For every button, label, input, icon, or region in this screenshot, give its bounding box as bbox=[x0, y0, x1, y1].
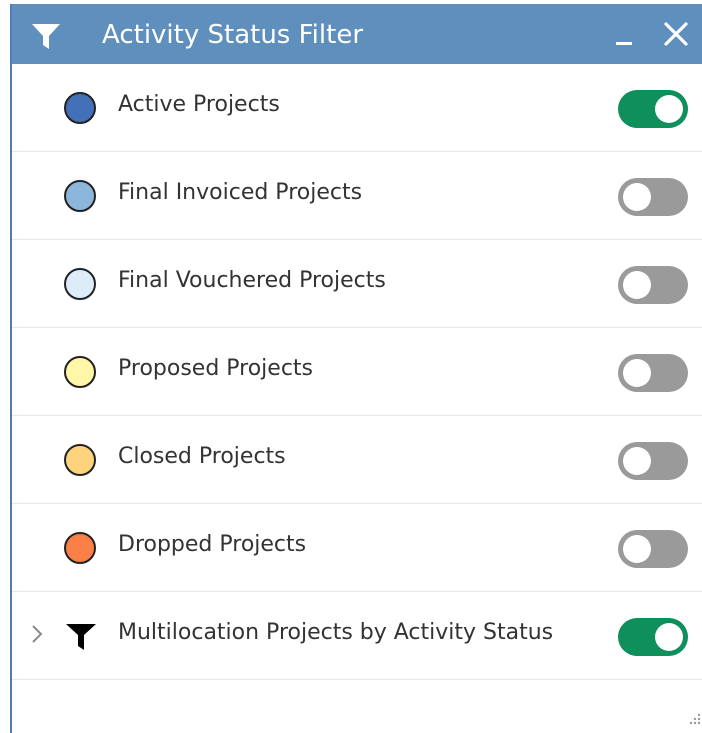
toggle-knob bbox=[655, 95, 683, 123]
filter-row: Dropped Projects bbox=[12, 504, 702, 592]
filter-label: Final Invoiced Projects bbox=[118, 180, 363, 205]
resize-grip-icon[interactable] bbox=[688, 712, 702, 726]
close-icon[interactable] bbox=[658, 16, 694, 52]
status-color-swatch bbox=[64, 92, 96, 124]
toggle-knob bbox=[655, 623, 683, 651]
minimize-button[interactable] bbox=[610, 18, 638, 54]
visibility-toggle[interactable] bbox=[618, 90, 688, 128]
panel-titlebar: Activity Status Filter bbox=[12, 4, 702, 64]
filter-label: Dropped Projects bbox=[118, 532, 307, 557]
filter-row: Closed Projects bbox=[12, 416, 702, 504]
visibility-toggle[interactable] bbox=[618, 618, 688, 656]
toggle-knob bbox=[623, 535, 651, 563]
visibility-toggle[interactable] bbox=[618, 266, 688, 304]
toggle-knob bbox=[623, 271, 651, 299]
chevron-right-icon[interactable] bbox=[30, 622, 44, 646]
visibility-toggle[interactable] bbox=[618, 178, 688, 216]
minimize-icon bbox=[616, 42, 632, 45]
status-filter-list: Active Projects Final Invoiced Projects Fi… bbox=[12, 64, 702, 680]
visibility-toggle[interactable] bbox=[618, 354, 688, 392]
filter-label: Final Vouchered Projects bbox=[118, 268, 386, 293]
panel-title: Activity Status Filter bbox=[102, 20, 364, 50]
toggle-knob bbox=[623, 359, 651, 387]
filter-label: Multilocation Projects by Activity Statu… bbox=[118, 620, 554, 645]
toggle-knob bbox=[623, 183, 651, 211]
filter-row: Proposed Projects bbox=[12, 328, 702, 416]
activity-status-filter-panel: Activity Status Filter Active Projects Fi… bbox=[10, 4, 702, 733]
status-color-swatch bbox=[64, 532, 96, 564]
toggle-knob bbox=[623, 447, 651, 475]
funnel-icon bbox=[32, 24, 60, 49]
filter-row: Active Projects bbox=[12, 64, 702, 152]
filter-label: Closed Projects bbox=[118, 444, 286, 469]
filter-row: Final Invoiced Projects bbox=[12, 152, 702, 240]
filter-label: Proposed Projects bbox=[118, 356, 314, 381]
status-color-swatch bbox=[64, 268, 96, 300]
visibility-toggle[interactable] bbox=[618, 530, 688, 568]
status-color-swatch bbox=[64, 180, 96, 212]
visibility-toggle[interactable] bbox=[618, 442, 688, 480]
filter-row: Multilocation Projects by Activity Statu… bbox=[12, 592, 702, 680]
status-color-swatch bbox=[64, 444, 96, 476]
filter-row: Final Vouchered Projects bbox=[12, 240, 702, 328]
status-color-swatch bbox=[64, 356, 96, 388]
filter-label: Active Projects bbox=[118, 92, 280, 117]
funnel-icon bbox=[66, 624, 96, 650]
